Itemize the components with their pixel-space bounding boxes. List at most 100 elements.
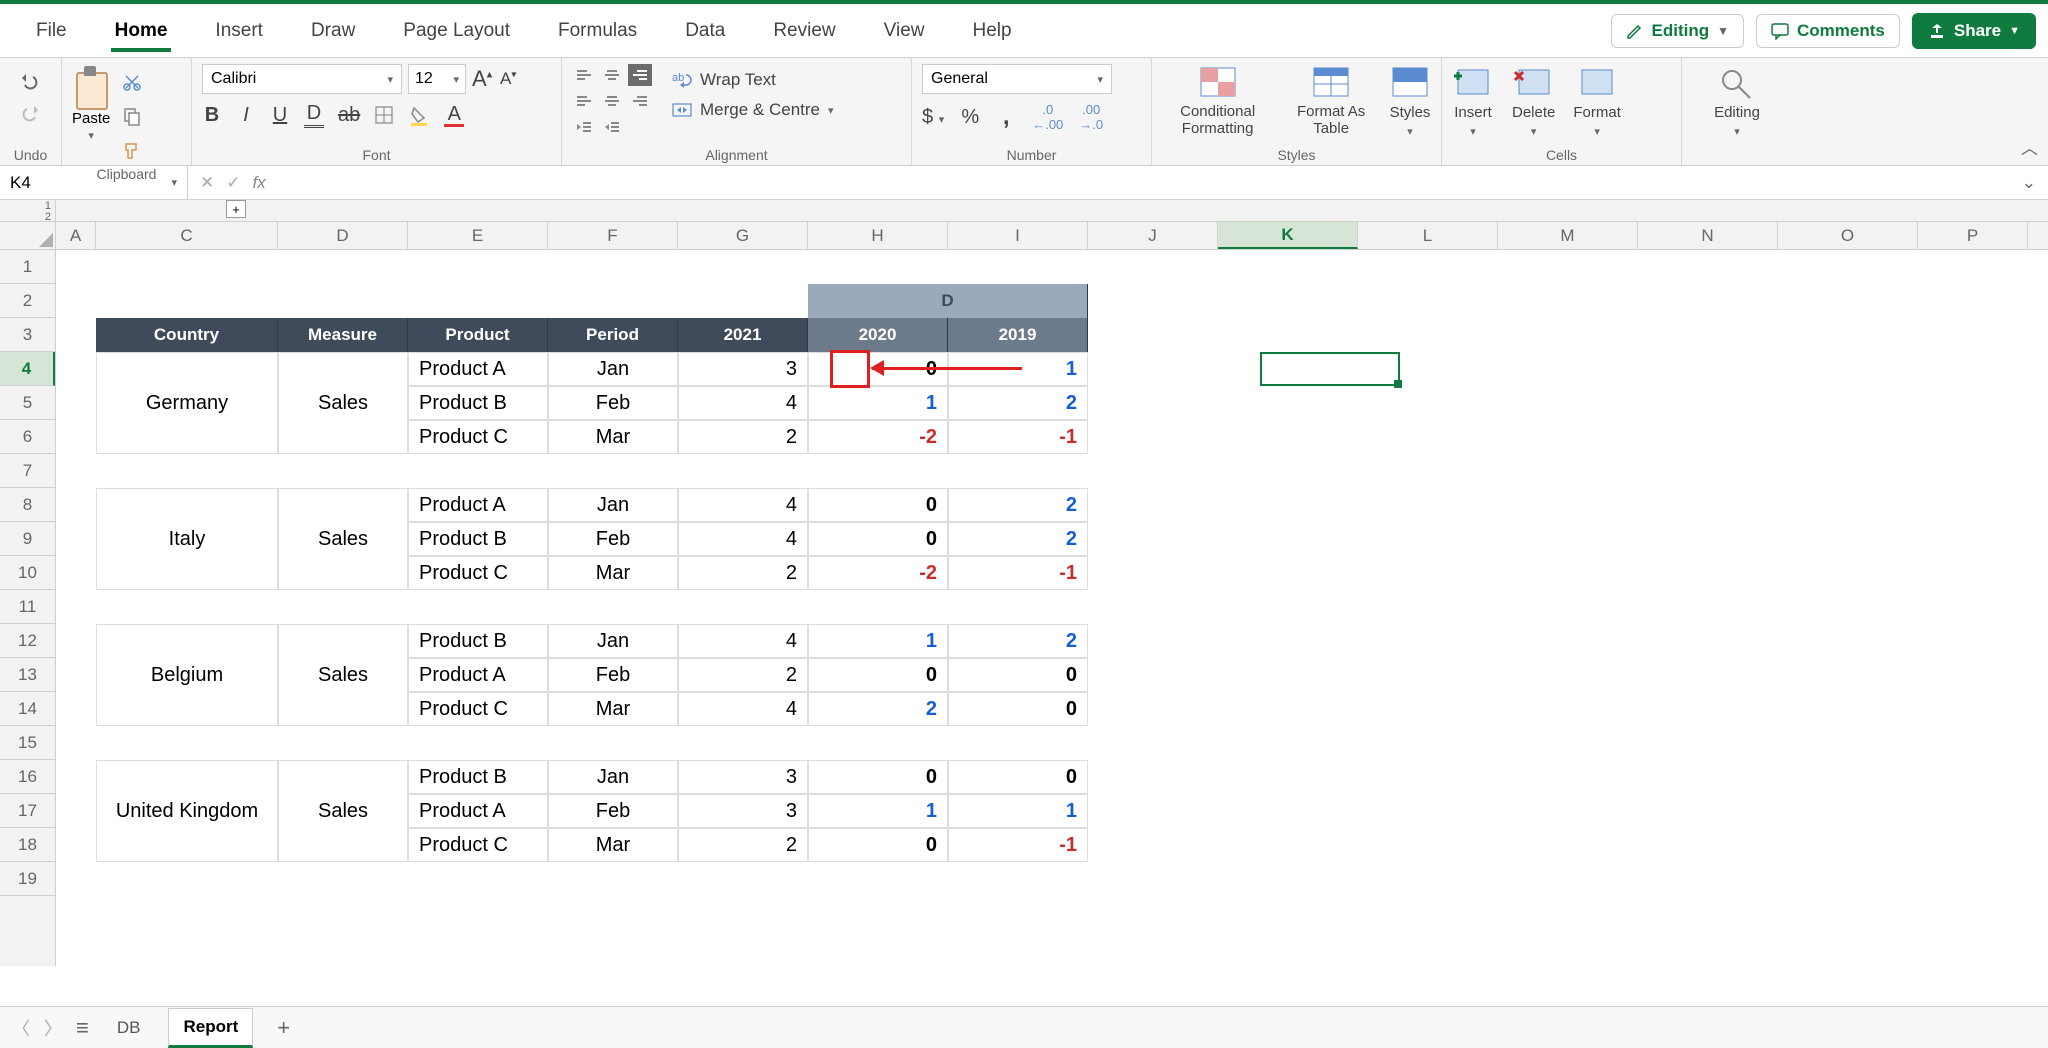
tab-home[interactable]: Home	[91, 4, 192, 58]
outline-level-1[interactable]: 1	[0, 200, 55, 211]
cell-grid[interactable]: DCountryMeasureProductPeriod202120202019…	[56, 250, 2048, 966]
table-cell[interactable]: Jan	[548, 352, 678, 386]
row-header-19[interactable]: 19	[0, 862, 55, 896]
align-top-right[interactable]	[628, 64, 652, 86]
table-cell[interactable]: Product B	[408, 522, 548, 556]
font-color-button[interactable]: A	[444, 103, 464, 127]
table-cell[interactable]: 3	[678, 794, 808, 828]
table-cell[interactable]: 0	[808, 488, 948, 522]
column-header-O[interactable]: O	[1778, 222, 1918, 249]
table-cell[interactable]: Mar	[548, 420, 678, 454]
table-cell[interactable]: 0	[808, 522, 948, 556]
table-cell[interactable]: 2021	[678, 318, 808, 352]
table-cell[interactable]: 3	[678, 352, 808, 386]
table-cell[interactable]: Product A	[408, 488, 548, 522]
row-header-17[interactable]: 17	[0, 794, 55, 828]
table-cell[interactable]: Measure	[278, 318, 408, 352]
tab-formulas[interactable]: Formulas	[534, 4, 661, 58]
table-cell[interactable]: 2	[678, 828, 808, 862]
share-button[interactable]: Share ▼	[1912, 13, 2036, 49]
underline-button[interactable]: U	[270, 104, 290, 127]
table-cell[interactable]: Belgium	[96, 624, 278, 726]
table-cell[interactable]: Product C	[408, 828, 548, 862]
table-cell[interactable]: 4	[678, 522, 808, 556]
table-cell[interactable]: Product C	[408, 692, 548, 726]
table-cell[interactable]: 2	[948, 522, 1088, 556]
font-size-select[interactable]: 12▾	[408, 64, 466, 94]
currency-button[interactable]: $ ▾	[922, 106, 944, 129]
format-cells-button[interactable]: Format▾	[1573, 64, 1621, 138]
table-cell[interactable]: -1	[948, 420, 1088, 454]
table-cell[interactable]: Product B	[408, 760, 548, 794]
formula-input[interactable]	[278, 166, 2010, 199]
table-cell[interactable]: D	[808, 284, 1088, 318]
table-cell[interactable]: Feb	[548, 386, 678, 420]
table-cell[interactable]: 1	[808, 624, 948, 658]
table-cell[interactable]: 2020	[808, 318, 948, 352]
insert-cells-button[interactable]: Insert▾	[1452, 64, 1494, 138]
table-cell[interactable]: 1	[948, 794, 1088, 828]
column-header-G[interactable]: G	[678, 222, 808, 249]
table-cell[interactable]: Mar	[548, 692, 678, 726]
row-header-9[interactable]: 9	[0, 522, 55, 556]
increase-indent[interactable]	[600, 116, 624, 138]
table-cell[interactable]: 2019	[948, 318, 1088, 352]
tab-review[interactable]: Review	[749, 4, 859, 58]
sheet-nav-next[interactable]: 〉	[44, 1015, 62, 1041]
tab-help[interactable]: Help	[948, 4, 1035, 58]
table-cell[interactable]: 2	[678, 420, 808, 454]
sheet-tab-db[interactable]: DB	[103, 1010, 155, 1046]
table-cell[interactable]: 2	[948, 386, 1088, 420]
align-mid-right[interactable]	[628, 90, 652, 112]
row-header-12[interactable]: 12	[0, 624, 55, 658]
table-cell[interactable]: 2	[678, 556, 808, 590]
table-cell[interactable]: Mar	[548, 556, 678, 590]
table-cell[interactable]: 1	[808, 386, 948, 420]
table-cell[interactable]: 1	[808, 794, 948, 828]
table-cell[interactable]: 4	[678, 624, 808, 658]
decrease-font-button[interactable]: A▾	[498, 69, 518, 89]
format-painter-button[interactable]	[118, 136, 146, 164]
cancel-formula-button[interactable]: ✕	[200, 173, 214, 193]
tab-data[interactable]: Data	[661, 4, 749, 58]
table-cell[interactable]: -1	[948, 828, 1088, 862]
table-cell[interactable]: Jan	[548, 760, 678, 794]
table-cell[interactable]: Germany	[96, 352, 278, 454]
table-cell[interactable]: 0	[808, 828, 948, 862]
delete-cells-button[interactable]: Delete▾	[1512, 64, 1555, 138]
conditional-formatting-button[interactable]: Conditional Formatting	[1162, 64, 1273, 138]
table-cell[interactable]: 0	[948, 692, 1088, 726]
font-name-select[interactable]: Calibri▾	[202, 64, 402, 94]
table-cell[interactable]: -2	[808, 420, 948, 454]
table-cell[interactable]: Product B	[408, 624, 548, 658]
borders-button[interactable]	[374, 105, 394, 125]
column-header-M[interactable]: M	[1498, 222, 1638, 249]
column-header-C[interactable]: C	[96, 222, 278, 249]
row-header-16[interactable]: 16	[0, 760, 55, 794]
expand-formula-bar-button[interactable]: ⌄	[2010, 173, 2048, 193]
table-cell[interactable]: 0	[808, 658, 948, 692]
table-cell[interactable]: 2	[808, 692, 948, 726]
table-cell[interactable]: Product A	[408, 794, 548, 828]
table-cell[interactable]: Product A	[408, 352, 548, 386]
merge-centre-button[interactable]: Merge & Centre▾	[672, 100, 834, 120]
table-cell[interactable]: Sales	[278, 624, 408, 726]
row-header-4[interactable]: 4	[0, 352, 55, 386]
bold-button[interactable]: B	[202, 104, 222, 127]
percent-button[interactable]: %	[960, 106, 980, 129]
comments-button[interactable]: Comments	[1756, 14, 1900, 48]
align-mid-center[interactable]	[600, 90, 624, 112]
table-cell[interactable]: 4	[678, 488, 808, 522]
editing-mode-button[interactable]: Editing ▼	[1611, 14, 1745, 48]
table-cell[interactable]: 2	[948, 624, 1088, 658]
editing-group-button[interactable]: Editing▾	[1714, 64, 1760, 138]
table-cell[interactable]: -1	[948, 556, 1088, 590]
table-cell[interactable]: Product A	[408, 658, 548, 692]
collapse-ribbon-button[interactable]: ︿	[2021, 134, 2038, 159]
row-header-2[interactable]: 2	[0, 284, 55, 318]
table-cell[interactable]: United Kingdom	[96, 760, 278, 862]
row-header-1[interactable]: 1	[0, 250, 55, 284]
paste-button[interactable]: Paste ▾	[72, 64, 110, 142]
cell-styles-button[interactable]: Styles▾	[1389, 64, 1431, 138]
wrap-text-button[interactable]: abWrap Text	[672, 70, 834, 90]
